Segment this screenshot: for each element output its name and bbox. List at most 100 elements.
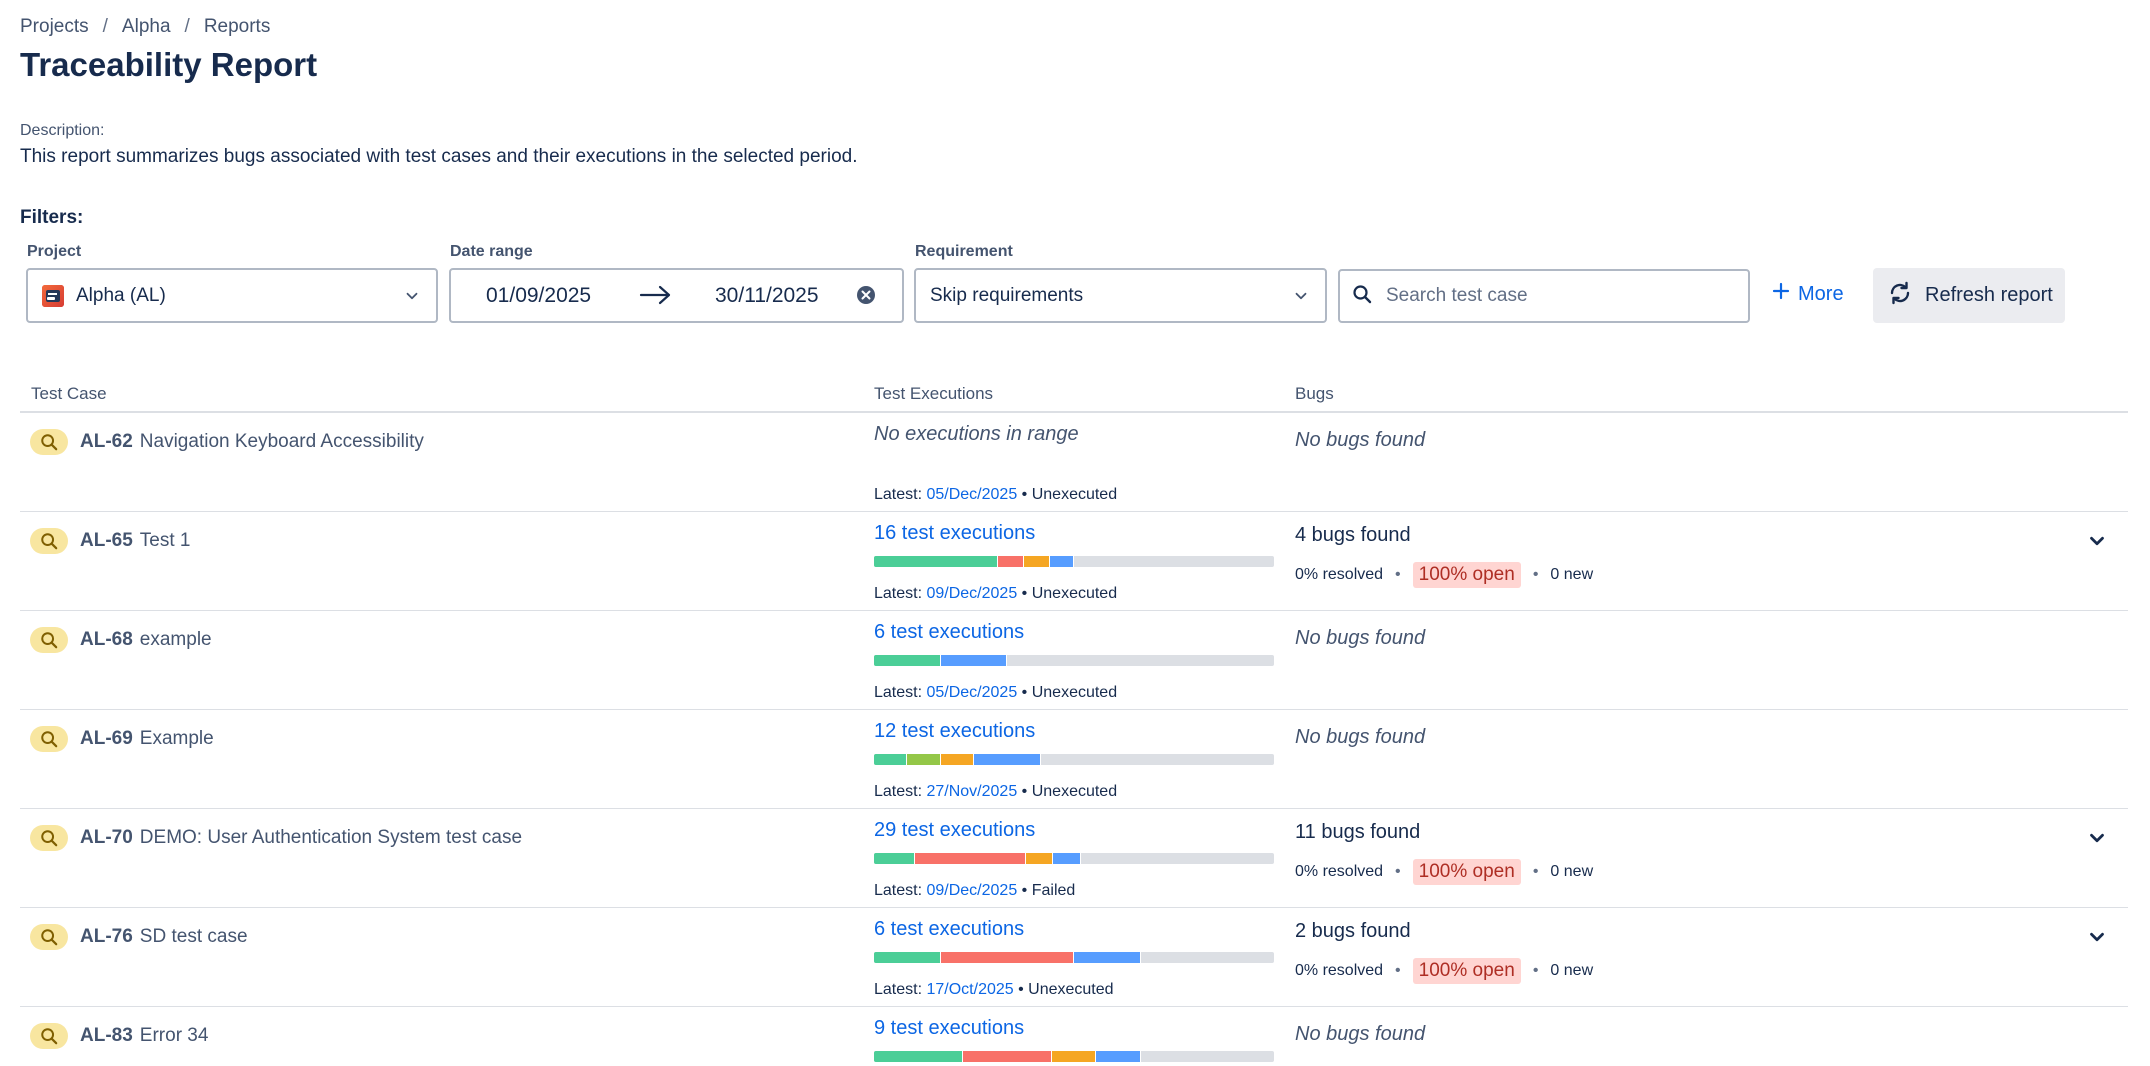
test-case-cell: AL-62 Navigation Keyboard Accessibility [30,429,424,455]
test-case-key[interactable]: AL-69 [80,728,133,750]
test-case-search-icon[interactable] [30,924,68,950]
test-case-name[interactable]: DEMO: User Authentication System test ca… [140,827,522,849]
date-range-field: 01/09/2025 30/11/2025 [449,268,904,323]
execution-segment-failed [962,1051,1052,1062]
new-bugs-count: 0 new [1550,863,1594,880]
test-case-search-icon[interactable] [30,726,68,752]
table-row: AL-76 SD test case 6 test executions Lat… [20,908,2128,1007]
latest-execution-date[interactable]: 09/Dec/2025 [926,882,1017,899]
execution-segment-in-progress [1053,853,1081,864]
execution-status-bar [874,556,1274,567]
breadcrumb-separator: / [184,16,190,37]
latest-execution-date[interactable]: 17/Oct/2025 [926,981,1013,998]
test-case-search-icon[interactable] [30,627,68,653]
test-case-name[interactable]: Error 34 [140,1025,209,1047]
refresh-icon [1887,280,1913,312]
test-executions-label[interactable]: 9 test executions [874,1017,1024,1040]
execution-segment-passed [874,556,998,567]
table-row: AL-69 Example 12 test executions Latest:… [20,710,2128,809]
test-case-name[interactable]: Test 1 [140,530,191,552]
project-select[interactable]: Alpha (AL) [26,268,438,323]
expand-row-chevron-icon[interactable] [2086,530,2108,552]
clear-date-icon[interactable] [856,285,876,305]
test-case-name[interactable]: Navigation Keyboard Accessibility [140,431,424,453]
test-case-search-icon[interactable] [30,429,68,455]
filters-label: Filters: [20,207,84,228]
execution-status-bar [874,754,1274,765]
expand-row-chevron-icon[interactable] [2086,926,2108,948]
description-label: Description: [20,122,105,139]
bugs-stats: 0% resolved • 100% open • 0 new [1295,562,1593,588]
no-bugs-label: No bugs found [1295,429,1426,451]
column-header-test-executions: Test Executions [874,384,994,403]
latest-execution-date[interactable]: 27/Nov/2025 [926,783,1017,800]
execution-segment-blocked [1024,556,1050,567]
execution-segment-blocked [1025,853,1054,864]
latest-execution: Latest: 27/Nov/2025 • Unexecuted [874,783,1117,801]
test-case-key[interactable]: AL-76 [80,926,133,948]
date-start-input[interactable]: 01/09/2025 [486,284,591,308]
test-executions-label[interactable]: 6 test executions [874,621,1024,644]
execution-segment-failed [940,952,1074,963]
latest-execution-status: • Unexecuted [1017,783,1118,800]
new-bugs-count: 0 new [1550,962,1594,979]
search-icon [1352,284,1372,309]
search-box [1338,269,1750,323]
search-test-case-input[interactable] [1386,285,1726,307]
chevron-down-icon [1291,286,1311,306]
plus-icon [1772,282,1790,306]
test-case-search-icon[interactable] [30,825,68,851]
latest-execution-status: • Unexecuted [1017,486,1118,503]
latest-prefix: Latest: [874,486,927,503]
test-case-name[interactable]: Example [140,728,214,750]
description-text: This report summarizes bugs associated w… [20,146,858,167]
breadcrumb-reports[interactable]: Reports [204,16,271,38]
test-case-cell: AL-69 Example [30,726,214,752]
test-case-key[interactable]: AL-68 [80,629,133,651]
test-executions-label[interactable]: 12 test executions [874,720,1035,743]
test-case-key[interactable]: AL-70 [80,827,133,849]
test-executions-label: No executions in range [874,423,1079,445]
project-icon [42,284,64,307]
open-percent-badge: 100% open [1412,958,1521,984]
test-case-name[interactable]: example [140,629,212,651]
test-case-key[interactable]: AL-62 [80,431,133,453]
execution-segment-passed [874,754,908,765]
requirement-select[interactable]: Skip requirements [914,268,1327,323]
test-executions-label[interactable]: 6 test executions [874,918,1024,941]
refresh-report-button[interactable]: Refresh report [1873,268,2065,323]
latest-execution-date[interactable]: 05/Dec/2025 [926,486,1017,503]
chevron-down-icon [402,286,422,306]
latest-execution-date[interactable]: 09/Dec/2025 [926,585,1017,602]
execution-segment-passed [874,853,916,864]
separator-dot: • [1395,962,1401,979]
latest-execution-status: • Failed [1017,882,1076,899]
separator-dot: • [1395,566,1401,583]
more-filters-button[interactable]: More [1772,282,1844,306]
resolved-percent: 0% resolved [1295,566,1384,583]
test-case-cell: AL-70 DEMO: User Authentication System t… [30,825,522,851]
breadcrumb-alpha[interactable]: Alpha [122,16,171,38]
execution-segment-passed [874,952,941,963]
test-case-name[interactable]: SD test case [140,926,248,948]
test-case-key[interactable]: AL-65 [80,530,133,552]
test-case-search-icon[interactable] [30,528,68,554]
date-end-input[interactable]: 30/11/2025 [715,284,819,308]
more-label: More [1798,282,1844,305]
test-case-key[interactable]: AL-83 [80,1025,133,1047]
separator-dot: • [1532,566,1539,583]
no-bugs-label: No bugs found [1295,627,1426,649]
project-value: Alpha (AL) [76,284,166,306]
resolved-percent: 0% resolved [1295,863,1384,880]
expand-row-chevron-icon[interactable] [2086,827,2108,849]
test-case-search-icon[interactable] [30,1023,68,1049]
latest-execution-status: • Unexecuted [1017,684,1118,701]
execution-status-bar [874,655,1274,666]
requirement-label: Requirement [915,243,1013,260]
test-executions-label[interactable]: 16 test executions [874,522,1035,545]
latest-execution: Latest: 09/Dec/2025 • Unexecuted [874,585,1117,603]
test-executions-label[interactable]: 29 test executions [874,819,1035,842]
execution-segment-passed [874,1051,963,1062]
breadcrumb-projects[interactable]: Projects [20,16,89,38]
latest-execution-date[interactable]: 05/Dec/2025 [926,684,1017,701]
